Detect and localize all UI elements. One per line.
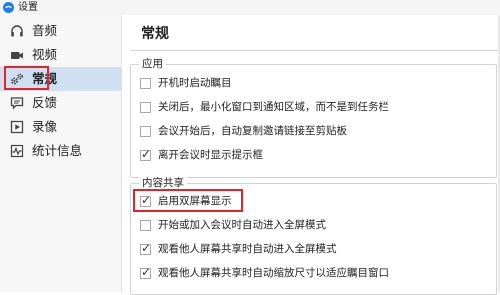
page-title: 常规	[141, 26, 169, 42]
sidebar-item-feedback[interactable]: 反馈	[0, 91, 121, 115]
option-label: 启用双屏幕显示	[158, 195, 232, 207]
title-divider	[130, 50, 498, 51]
sidebar: 音频 视频 常规 反馈 录像 统计信息	[0, 15, 122, 292]
sidebar-item-label: 常规	[32, 71, 58, 86]
option-launch-on-startup[interactable]: 开机时启动瞩目	[140, 75, 490, 93]
sidebar-item-video[interactable]: 视频	[0, 43, 121, 67]
group-content-sharing: 内容共享 ✓ 启用双屏幕显示 开始或加入会议时自动进入全屏模式 ✓ 观看他人屏幕…	[130, 176, 497, 295]
checkbox[interactable]	[140, 220, 151, 231]
gears-icon	[11, 73, 23, 85]
window-title: 设置	[18, 2, 38, 13]
option-label: 会议开始后，自动复制邀请链接至剪贴板	[158, 125, 347, 137]
sidebar-item-label: 音频	[32, 23, 58, 38]
check-mark-icon: ✓	[141, 193, 152, 207]
check-mark-icon: ✓	[141, 265, 152, 279]
option-auto-scale-share[interactable]: ✓ 观看他人屏幕共享时自动缩放尺寸以适应瞩目窗口	[140, 265, 490, 283]
checkbox[interactable]: ✓	[140, 241, 152, 255]
group-application: 应用 开机时启动瞩目 关闭后，最小化窗口到通知区域，而不是到任务栏 会议开始后，…	[130, 57, 497, 178]
check-mark-icon: ✓	[141, 147, 152, 161]
option-label: 开始或加入会议时自动进入全屏模式	[158, 219, 326, 231]
checkbox[interactable]	[140, 102, 151, 113]
checkbox[interactable]	[140, 126, 151, 137]
checkbox[interactable]: ✓	[140, 265, 152, 279]
video-camera-icon	[11, 52, 23, 59]
recording-icon	[10, 120, 24, 134]
sidebar-item-label: 统计信息	[32, 143, 83, 158]
option-label: 观看他人屏幕共享时自动缩放尺寸以适应瞩目窗口	[158, 267, 389, 279]
sidebar-item-statistics[interactable]: 统计信息	[0, 139, 121, 163]
option-minimize-to-tray[interactable]: 关闭后，最小化窗口到通知区域，而不是到任务栏	[140, 99, 490, 117]
group-legend: 内容共享	[139, 176, 187, 190]
sidebar-item-label: 视频	[32, 47, 58, 62]
checkbox[interactable]: ✓	[140, 193, 152, 207]
sidebar-item-label: 录像	[32, 119, 58, 134]
checkbox[interactable]: ✓	[140, 147, 152, 161]
sidebar-item-label: 反馈	[32, 95, 58, 110]
app-logo-icon	[3, 2, 14, 13]
title-bar: 设置	[0, 0, 500, 15]
check-mark-icon: ✓	[141, 241, 152, 255]
option-label: 观看他人屏幕共享时自动进入全屏模式	[158, 243, 337, 255]
option-fullscreen-on-join[interactable]: 开始或加入会议时自动进入全屏模式	[140, 217, 490, 235]
option-label: 开机时启动瞩目	[158, 77, 232, 89]
option-copy-invite-link[interactable]: 会议开始后，自动复制邀请链接至剪贴板	[140, 123, 490, 141]
main-panel: 常规 应用 开机时启动瞩目 关闭后，最小化窗口到通知区域，而不是到任务栏 会议开…	[122, 15, 500, 295]
option-dual-monitor[interactable]: ✓ 启用双屏幕显示	[140, 193, 490, 211]
option-fullscreen-on-share[interactable]: ✓ 观看他人屏幕共享时自动进入全屏模式	[140, 241, 490, 259]
sidebar-item-audio[interactable]: 音频	[0, 19, 121, 43]
statistics-icon	[10, 144, 24, 158]
group-legend: 应用	[139, 57, 166, 71]
checkbox[interactable]	[140, 78, 151, 89]
sidebar-item-general[interactable]: 常规	[0, 67, 121, 91]
sidebar-item-recording[interactable]: 录像	[0, 115, 121, 139]
option-leave-prompt[interactable]: ✓ 离开会议时显示提示框	[140, 147, 490, 165]
option-label: 关闭后，最小化窗口到通知区域，而不是到任务栏	[158, 101, 389, 113]
headphones-icon	[11, 25, 23, 37]
option-label: 离开会议时显示提示框	[158, 149, 263, 161]
feedback-icon	[10, 97, 24, 110]
